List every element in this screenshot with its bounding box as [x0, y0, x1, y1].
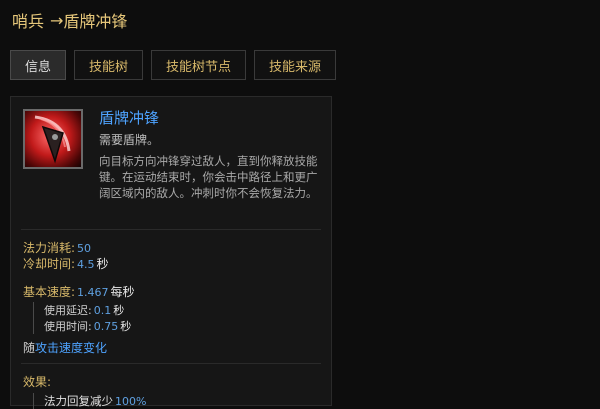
skill-description: 向目标方向冲锋穿过敌人，直到你释放技能键。在运动结束时，你会击中路径上和更广阔区…: [99, 154, 318, 200]
tab-skill-tree-nodes[interactable]: 技能树节点: [151, 50, 247, 80]
use-time-stat: 使用时间: 0.75 秒: [33, 318, 131, 334]
use-delay-label: 使用延迟:: [44, 304, 92, 317]
attack-speed-note: 随攻击速度变化: [23, 339, 107, 356]
base-speed-value: 1.467: [77, 286, 109, 299]
mana-cost-stat: 法力消耗: 50: [23, 239, 91, 256]
base-speed-label: 基本速度:: [23, 285, 76, 299]
cooldown-label: 冷却时间:: [23, 257, 76, 271]
use-delay-value: 0.1: [93, 304, 112, 317]
page-title: 哨兵 → 盾牌冲锋: [12, 8, 127, 32]
tab-info[interactable]: 信息: [10, 50, 67, 80]
use-delay-stat: 使用延迟: 0.1 秒: [33, 302, 124, 318]
shield-charge-icon: [23, 109, 83, 169]
mana-cost-label: 法力消耗:: [23, 241, 76, 255]
use-time-label: 使用时间:: [44, 320, 92, 333]
tab-skill-tree[interactable]: 技能树: [74, 50, 144, 80]
use-time-value: 0.75: [93, 320, 119, 333]
effect-row: 法力回复减少 100%: [33, 393, 146, 409]
cooldown-stat: 冷却时间: 4.5 秒: [23, 255, 109, 272]
attack-speed-note-prefix: 随: [23, 341, 36, 355]
effect-label: 法力回复减少: [44, 394, 113, 408]
effect-value: 100%: [115, 395, 147, 408]
cooldown-value: 4.5: [77, 258, 95, 271]
arrow-icon: →: [50, 10, 64, 30]
skill-requirement: 需要盾牌。: [99, 133, 160, 147]
skill-name: 盾牌冲锋: [99, 109, 160, 127]
use-time-unit: 秒: [120, 320, 132, 333]
tab-bar: 信息 技能树 技能树节点 技能来源: [10, 50, 337, 80]
use-delay-unit: 秒: [113, 304, 125, 317]
divider: [21, 363, 321, 364]
unit-name: 哨兵: [12, 12, 45, 31]
base-speed-unit: 每秒: [110, 285, 135, 299]
mana-cost-value: 50: [77, 242, 92, 255]
divider: [21, 229, 321, 230]
effects-label: 效果:: [23, 375, 52, 389]
attack-speed-link[interactable]: 攻击速度变化: [35, 341, 107, 355]
base-speed-stat: 基本速度: 1.467 每秒: [23, 283, 135, 300]
tab-skill-source[interactable]: 技能来源: [254, 50, 337, 80]
skill-info-panel: 盾牌冲锋 需要盾牌。 向目标方向冲锋穿过敌人，直到你释放技能键。在运动结束时，你…: [10, 96, 332, 409]
cooldown-unit: 秒: [96, 257, 109, 271]
title-skill-name: 盾牌冲锋: [63, 12, 128, 31]
